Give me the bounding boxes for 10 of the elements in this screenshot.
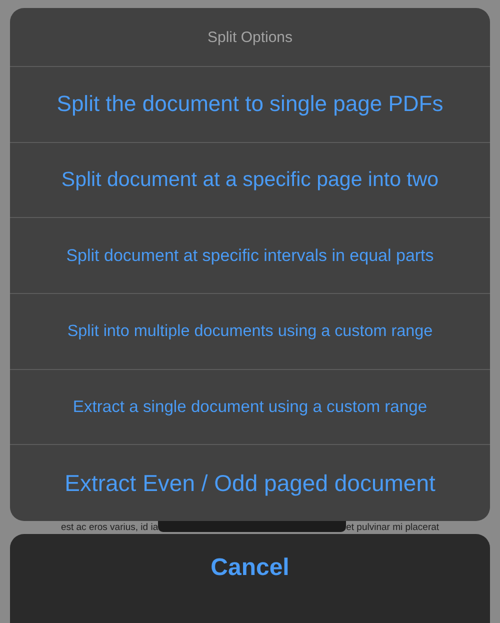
document-text: et pulvinar mi placerat (346, 522, 440, 534)
option-button[interactable]: Split into multiple documents using a custom range (10, 294, 490, 370)
sheet-title: Split Options (10, 8, 490, 67)
option-button[interactable]: Extract Even / Odd paged document (10, 445, 490, 522)
option-button[interactable]: Split the document to single page PDFs (10, 67, 490, 143)
document-text: est ac eros varius, id ia (60, 522, 158, 534)
option-button[interactable]: Split document at specific intervals in equal parts (10, 218, 490, 294)
option-button[interactable]: Split document at a specific page into two (10, 142, 490, 218)
cancel-button[interactable]: Cancel (10, 534, 490, 623)
option-button[interactable]: Extract a single document using a custom range (10, 370, 490, 446)
